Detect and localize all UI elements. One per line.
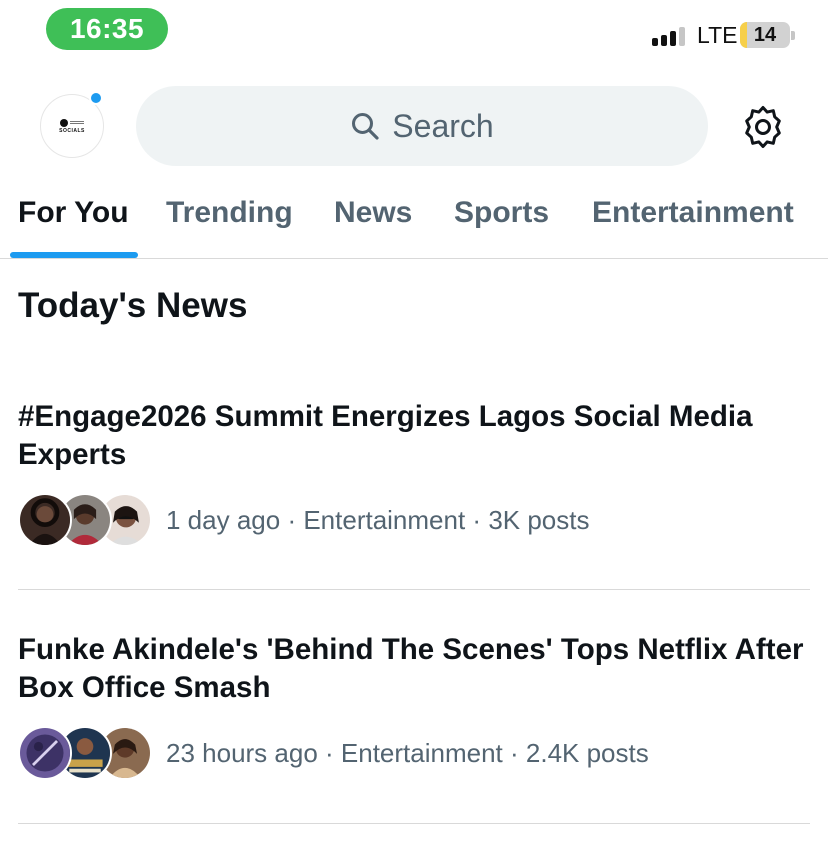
news-meta-text: 1 day ago · Entertainment · 3K posts [166, 505, 589, 536]
brand-logo-icon [60, 118, 84, 127]
tab-sports[interactable]: Sports [454, 196, 549, 230]
signal-strength-icon [652, 26, 688, 46]
network-type: LTE [697, 22, 738, 48]
divider [18, 823, 810, 824]
news-time: 1 day ago [166, 504, 281, 535]
meta-separator: · [280, 504, 304, 535]
search-input[interactable]: Search [136, 86, 708, 166]
avatar [18, 493, 72, 547]
news-headline[interactable]: #Engage2026 Summit Energizes Lagos Socia… [18, 398, 810, 474]
avatar-brand-text: SOCIALS [59, 127, 85, 134]
participant-avatars [18, 492, 158, 548]
news-post-count: 2.4K posts [525, 737, 649, 768]
status-bar: 16:35 LTE 14 [0, 0, 828, 60]
news-item[interactable]: Funke Akindele's 'Behind The Scenes' Top… [18, 631, 810, 781]
news-post-count: 3K posts [488, 504, 590, 535]
news-meta: 23 hours ago · Entertainment · 2.4K post… [18, 725, 810, 781]
tab-news[interactable]: News [334, 196, 412, 230]
participant-avatars [18, 725, 158, 781]
meta-separator: · [317, 737, 341, 768]
profile-avatar-button[interactable]: SOCIALS [40, 91, 104, 158]
news-meta: 1 day ago · Entertainment · 3K posts [18, 492, 810, 548]
section-title: Today's News [18, 286, 248, 325]
tab-entertainment[interactable]: Entertainment [592, 196, 794, 230]
meta-separator: · [502, 737, 526, 768]
battery-icon: 14 [740, 22, 790, 48]
avatar [18, 726, 72, 780]
tab-for-you[interactable]: For You [18, 196, 129, 230]
status-time: 16:35 [46, 8, 168, 50]
news-time: 23 hours ago [166, 737, 318, 768]
category-tabs: For You Trending News Sports Entertainme… [0, 180, 828, 259]
meta-separator: · [465, 504, 489, 535]
news-item[interactable]: #Engage2026 Summit Energizes Lagos Socia… [18, 398, 810, 548]
news-category: Entertainment [303, 504, 466, 535]
battery-level: 14 [753, 23, 777, 46]
battery-tip [791, 31, 795, 40]
news-category: Entertainment [340, 737, 503, 768]
search-icon [352, 113, 379, 140]
news-meta-text: 23 hours ago · Entertainment · 2.4K post… [166, 738, 649, 769]
notification-dot [89, 91, 103, 105]
gear-icon[interactable] [740, 104, 786, 150]
news-headline[interactable]: Funke Akindele's 'Behind The Scenes' Top… [18, 631, 810, 707]
search-placeholder: Search [392, 107, 494, 144]
active-tab-indicator [10, 252, 138, 258]
divider [18, 589, 810, 590]
tab-trending[interactable]: Trending [166, 196, 293, 230]
